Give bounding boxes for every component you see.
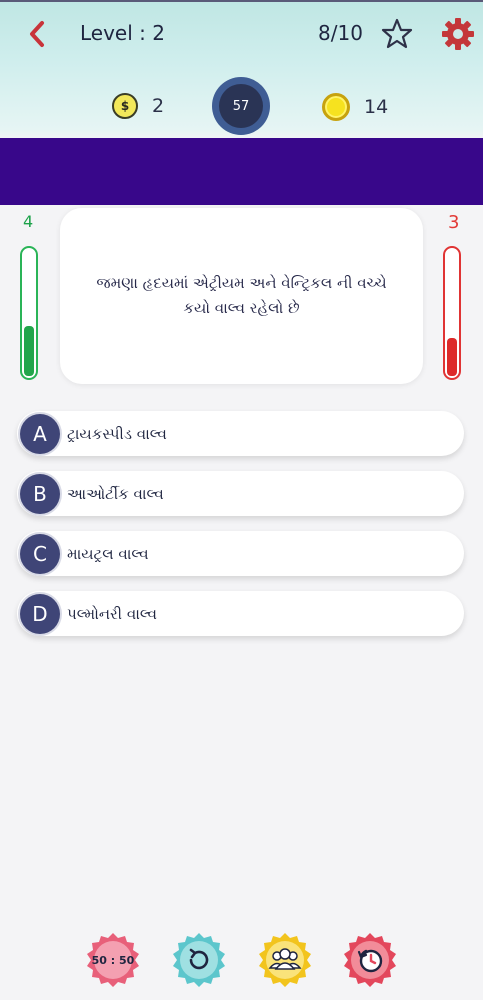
fifty-fifty-button[interactable]: 50 : 50 — [85, 932, 141, 988]
countdown-timer: 57 — [212, 77, 270, 135]
option-text: પલ્મોનરી વાલ્વ — [67, 604, 158, 623]
wrong-progress-bar — [443, 246, 461, 380]
option-a-button[interactable]: A ટ્રાયકસ્પીડ વાલ્વ — [17, 411, 464, 456]
favorite-button[interactable] — [380, 17, 414, 51]
dollar-counter: $ 2 — [112, 93, 164, 119]
option-letter-badge: D — [20, 593, 60, 634]
correct-count: 4 — [23, 212, 34, 231]
wrong-progress-fill — [447, 338, 457, 376]
coin-counter: 14 — [322, 93, 388, 121]
question-card: જમણા હૃદયમાં એટ્રીયમ અને વેન્ટ્રિકલ ની વ… — [60, 208, 423, 384]
option-text: માયટ્રલ વાલ્વ — [67, 544, 149, 563]
timer-value: 57 — [219, 84, 263, 128]
time-icon — [344, 933, 396, 987]
coin-count: 14 — [364, 96, 389, 118]
extra-time-button[interactable] — [342, 932, 398, 988]
dollar-coin-icon: $ — [112, 93, 138, 119]
option-letter-badge: B — [20, 473, 60, 514]
correct-progress-bar — [20, 246, 38, 380]
option-text: ટ્રાયકસ્પીડ વાલ્વ — [67, 424, 167, 443]
level-label: Level : 2 — [80, 21, 165, 45]
wrong-count: 3 — [448, 212, 460, 233]
ad-banner — [0, 138, 483, 205]
option-b-button[interactable]: B આઓર્ટીક વાલ્વ — [17, 471, 464, 516]
top-edge-line — [0, 0, 483, 2]
back-button[interactable] — [22, 18, 52, 50]
option-letter-badge: C — [20, 533, 60, 574]
option-d-button[interactable]: D પલ્મોનરી વાલ્વ — [17, 591, 464, 636]
star-icon — [381, 18, 413, 49]
option-text: આઓર્ટીક વાલ્વ — [67, 484, 164, 503]
refresh-icon — [173, 933, 225, 987]
correct-progress-fill — [24, 326, 34, 376]
question-progress: 8/10 — [318, 21, 363, 45]
flip-question-button[interactable] — [171, 932, 227, 988]
fifty-fifty-label: 50 : 50 — [91, 953, 135, 967]
option-c-button[interactable]: C માયટ્રલ વાલ્વ — [17, 531, 464, 576]
gear-icon — [442, 18, 474, 50]
settings-button[interactable] — [440, 16, 476, 52]
gold-coin-icon — [322, 93, 350, 121]
chevron-left-icon — [30, 21, 44, 47]
audience-poll-button[interactable] — [257, 932, 313, 988]
audience-icon — [259, 933, 311, 987]
dollar-count: 2 — [152, 95, 165, 117]
question-text: જમણા હૃદયમાં એટ્રીયમ અને વેન્ટ્રિકલ ની વ… — [96, 274, 387, 317]
option-letter-badge: A — [20, 413, 60, 454]
